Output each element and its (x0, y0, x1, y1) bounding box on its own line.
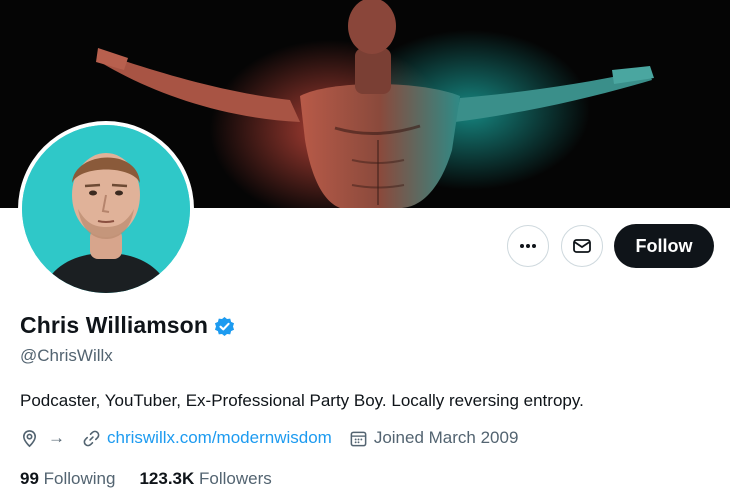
more-horizontal-icon (518, 236, 538, 256)
website-link[interactable]: chriswillx.com/modernwisdom (107, 428, 332, 448)
follow-button[interactable]: Follow (614, 224, 714, 268)
followers-label: Followers (199, 469, 272, 488)
profile-meta: → chriswillx.com/modernwisdom Joined Mar… (20, 428, 518, 448)
link-icon (82, 429, 101, 448)
verified-badge-icon[interactable] (214, 316, 235, 337)
more-button[interactable] (507, 225, 549, 267)
bio: Podcaster, YouTuber, Ex-Professional Par… (20, 391, 584, 410)
location-text: → (48, 428, 65, 447)
handle: @ChrisWillx (20, 346, 113, 365)
following-count: 99 (20, 469, 39, 488)
followers-link[interactable]: 123.3K Followers (139, 469, 271, 489)
following-link[interactable]: 99 Following (20, 469, 115, 489)
calendar-icon (349, 429, 368, 448)
joined-date: Joined March 2009 (373, 428, 519, 447)
avatar[interactable] (18, 121, 194, 297)
name-row: Chris Williamson (20, 312, 235, 339)
display-name: Chris Williamson (20, 312, 208, 338)
envelope-icon (572, 236, 592, 256)
location-pin-icon (20, 429, 39, 448)
followers-count: 123.3K (139, 469, 195, 488)
profile-page: Follow Chris Williamson @ChrisWillx Podc… (0, 0, 730, 494)
following-label: Following (43, 469, 116, 488)
follow-stats: 99 Following 123.3K Followers (20, 469, 272, 489)
avatar-image (22, 125, 190, 293)
message-button[interactable] (561, 225, 603, 267)
